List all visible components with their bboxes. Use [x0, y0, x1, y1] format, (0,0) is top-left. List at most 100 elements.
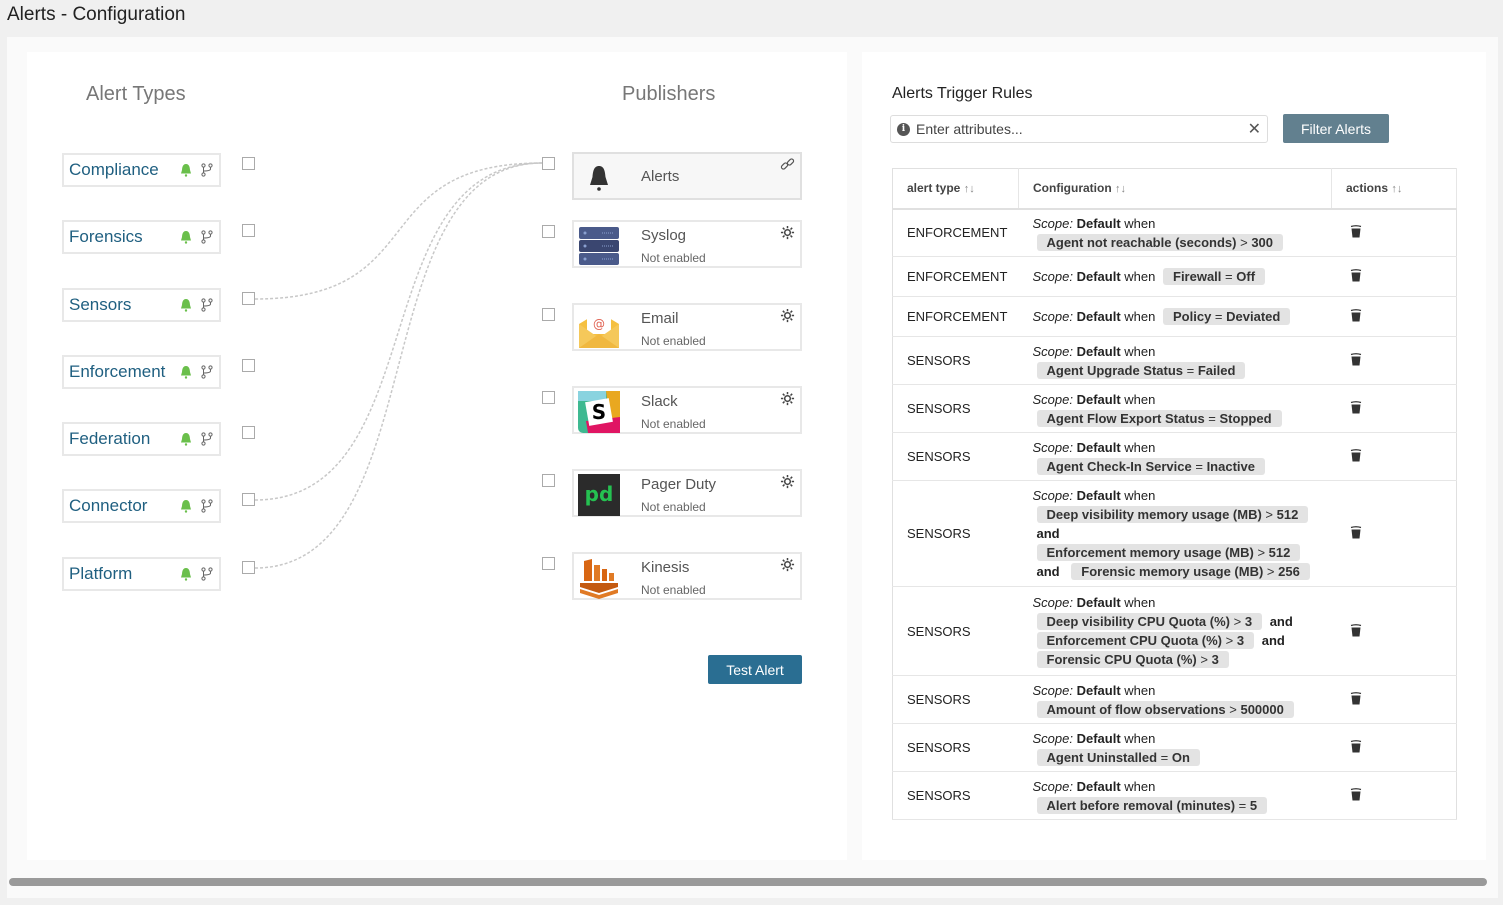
- publisher-kinesis[interactable]: Kinesis Not enabled: [572, 552, 802, 600]
- publisher-name: Syslog: [641, 227, 687, 244]
- column-header-actions[interactable]: actions ↑↓: [1331, 168, 1457, 210]
- when-label: when: [1124, 391, 1156, 407]
- column-header-alert-type[interactable]: alert type ↑↓: [892, 168, 1019, 210]
- scope-value: Default: [1076, 391, 1121, 407]
- publisher-checkbox[interactable]: [542, 391, 555, 404]
- publisher-syslog[interactable]: Syslog Not enabled: [572, 220, 802, 268]
- filter-alerts-button[interactable]: Filter Alerts: [1283, 114, 1389, 143]
- scope-value: Default: [1076, 309, 1121, 324]
- link-icon[interactable]: [780, 157, 795, 172]
- trash-icon[interactable]: [1350, 623, 1362, 637]
- configuration-cell: Scope: Default when Deep visibility CPU Q…: [1018, 586, 1332, 676]
- alert-type-enforcement[interactable]: Enforcement: [62, 355, 221, 389]
- scope-value: Default: [1076, 488, 1121, 503]
- gear-icon[interactable]: [780, 391, 795, 406]
- bell-icon: [181, 231, 191, 244]
- scope-label: Scope:: [1032, 309, 1073, 324]
- alert-types-heading: Alert Types: [86, 83, 186, 105]
- alert-type-checkbox[interactable]: [242, 292, 255, 305]
- publisher-checkbox[interactable]: [542, 308, 555, 321]
- alert-type-label: Compliance: [69, 160, 159, 179]
- alert-type-checkbox[interactable]: [242, 493, 255, 506]
- condition-chip: Deep visibility CPU Quota (%) > 3: [1036, 613, 1263, 630]
- connection-wire: [254, 162, 543, 569]
- server-icon: [578, 225, 620, 267]
- clear-icon[interactable]: ✕: [1248, 119, 1261, 139]
- gear-icon[interactable]: [780, 308, 795, 323]
- trash-icon[interactable]: [1350, 448, 1362, 462]
- scope-value: Default: [1076, 595, 1121, 610]
- alert-type-connector[interactable]: Connector: [62, 489, 221, 523]
- trash-icon[interactable]: [1350, 739, 1362, 753]
- alert-type-federation[interactable]: Federation: [62, 422, 221, 456]
- table-row: ENFORCEMENT Scope: Default when Policy =…: [892, 296, 1457, 337]
- configuration-cell: Scope: Default when Policy = Deviated: [1018, 296, 1332, 337]
- horizontal-scrollbar[interactable]: [9, 878, 1487, 886]
- table-row: SENSORS Scope: Default when Agent Flow Ex…: [892, 384, 1457, 433]
- alert-type-forensics[interactable]: Forensics: [62, 220, 221, 254]
- trash-icon[interactable]: [1350, 525, 1362, 539]
- publisher-checkbox[interactable]: [542, 225, 555, 238]
- publisher-checkbox[interactable]: [542, 474, 555, 487]
- table-row: SENSORS Scope: Default when Deep visibili…: [892, 480, 1457, 587]
- when-label: when: [1124, 595, 1156, 610]
- info-icon: i: [897, 122, 910, 136]
- alert-type-checkbox[interactable]: [242, 359, 255, 372]
- scope-label: Scope:: [1032, 488, 1073, 503]
- publisher-name: Kinesis: [641, 559, 690, 576]
- table-row: SENSORS Scope: Default when Agent Upgrade…: [892, 336, 1457, 385]
- actions-cell: [1331, 586, 1457, 676]
- alert-type-cell: ENFORCEMENT: [892, 256, 1019, 297]
- actions-cell: [1331, 675, 1457, 724]
- publisher-checkbox[interactable]: [542, 557, 555, 570]
- trash-icon[interactable]: [1350, 308, 1362, 322]
- actions-cell: [1331, 771, 1457, 820]
- connection-wire: [254, 162, 543, 501]
- kinesis-icon: [578, 557, 620, 599]
- trash-icon[interactable]: [1350, 787, 1362, 801]
- connection-wire: [254, 162, 543, 300]
- alert-type-compliance[interactable]: Compliance: [62, 153, 221, 187]
- attribute-search-input[interactable]: [916, 121, 1248, 137]
- main-container: Alert Types Publishers Compliance Forens…: [7, 37, 1498, 898]
- bell-icon: [181, 164, 191, 177]
- column-header-configuration[interactable]: Configuration ↑↓: [1018, 168, 1332, 210]
- branch-icon: [201, 230, 213, 244]
- gear-icon[interactable]: [780, 225, 795, 240]
- when-label: when: [1124, 730, 1156, 746]
- alert-type-label: Platform: [69, 564, 133, 583]
- alert-type-checkbox[interactable]: [242, 561, 255, 574]
- test-alert-button[interactable]: Test Alert: [708, 655, 802, 684]
- when-label: when: [1124, 343, 1156, 359]
- alert-type-cell: SENSORS: [892, 432, 1019, 481]
- publisher-slack[interactable]: S Slack Not enabled: [572, 386, 802, 434]
- configuration-cell: Scope: Default when Agent Uninstalled = O…: [1018, 723, 1332, 772]
- configuration-cell: Scope: Default when Agent Flow Export Sta…: [1018, 384, 1332, 433]
- alert-type-sensors[interactable]: Sensors: [62, 288, 221, 322]
- when-label: when: [1124, 682, 1156, 698]
- alert-type-cell: SENSORS: [892, 336, 1019, 385]
- publisher-email[interactable]: @ Email Not enabled: [572, 303, 802, 351]
- publisher-pager-duty[interactable]: pd Pager Duty Not enabled: [572, 469, 802, 517]
- trash-icon[interactable]: [1350, 691, 1362, 705]
- page-title: Alerts - Configuration: [7, 4, 186, 25]
- publisher-checkbox[interactable]: [542, 157, 555, 170]
- publisher-alerts[interactable]: Alerts: [572, 152, 802, 200]
- trash-icon[interactable]: [1350, 352, 1362, 366]
- gear-icon[interactable]: [780, 474, 795, 489]
- alert-type-checkbox[interactable]: [242, 426, 255, 439]
- scope-value: Default: [1076, 730, 1121, 746]
- alert-type-checkbox[interactable]: [242, 157, 255, 170]
- alert-type-checkbox[interactable]: [242, 224, 255, 237]
- trash-icon[interactable]: [1350, 268, 1362, 282]
- trash-icon[interactable]: [1350, 400, 1362, 414]
- condition-chip: Alert before removal (minutes) = 5: [1036, 796, 1268, 814]
- gear-icon[interactable]: [780, 557, 795, 572]
- bell-icon: [181, 299, 191, 312]
- alert-type-platform[interactable]: Platform: [62, 557, 221, 591]
- attribute-search[interactable]: i ✕: [890, 115, 1268, 143]
- condition-chip: Agent Upgrade Status = Failed: [1036, 361, 1246, 379]
- publisher-name: Alerts: [641, 168, 680, 185]
- trash-icon[interactable]: [1350, 224, 1362, 238]
- when-label: when: [1124, 778, 1156, 794]
